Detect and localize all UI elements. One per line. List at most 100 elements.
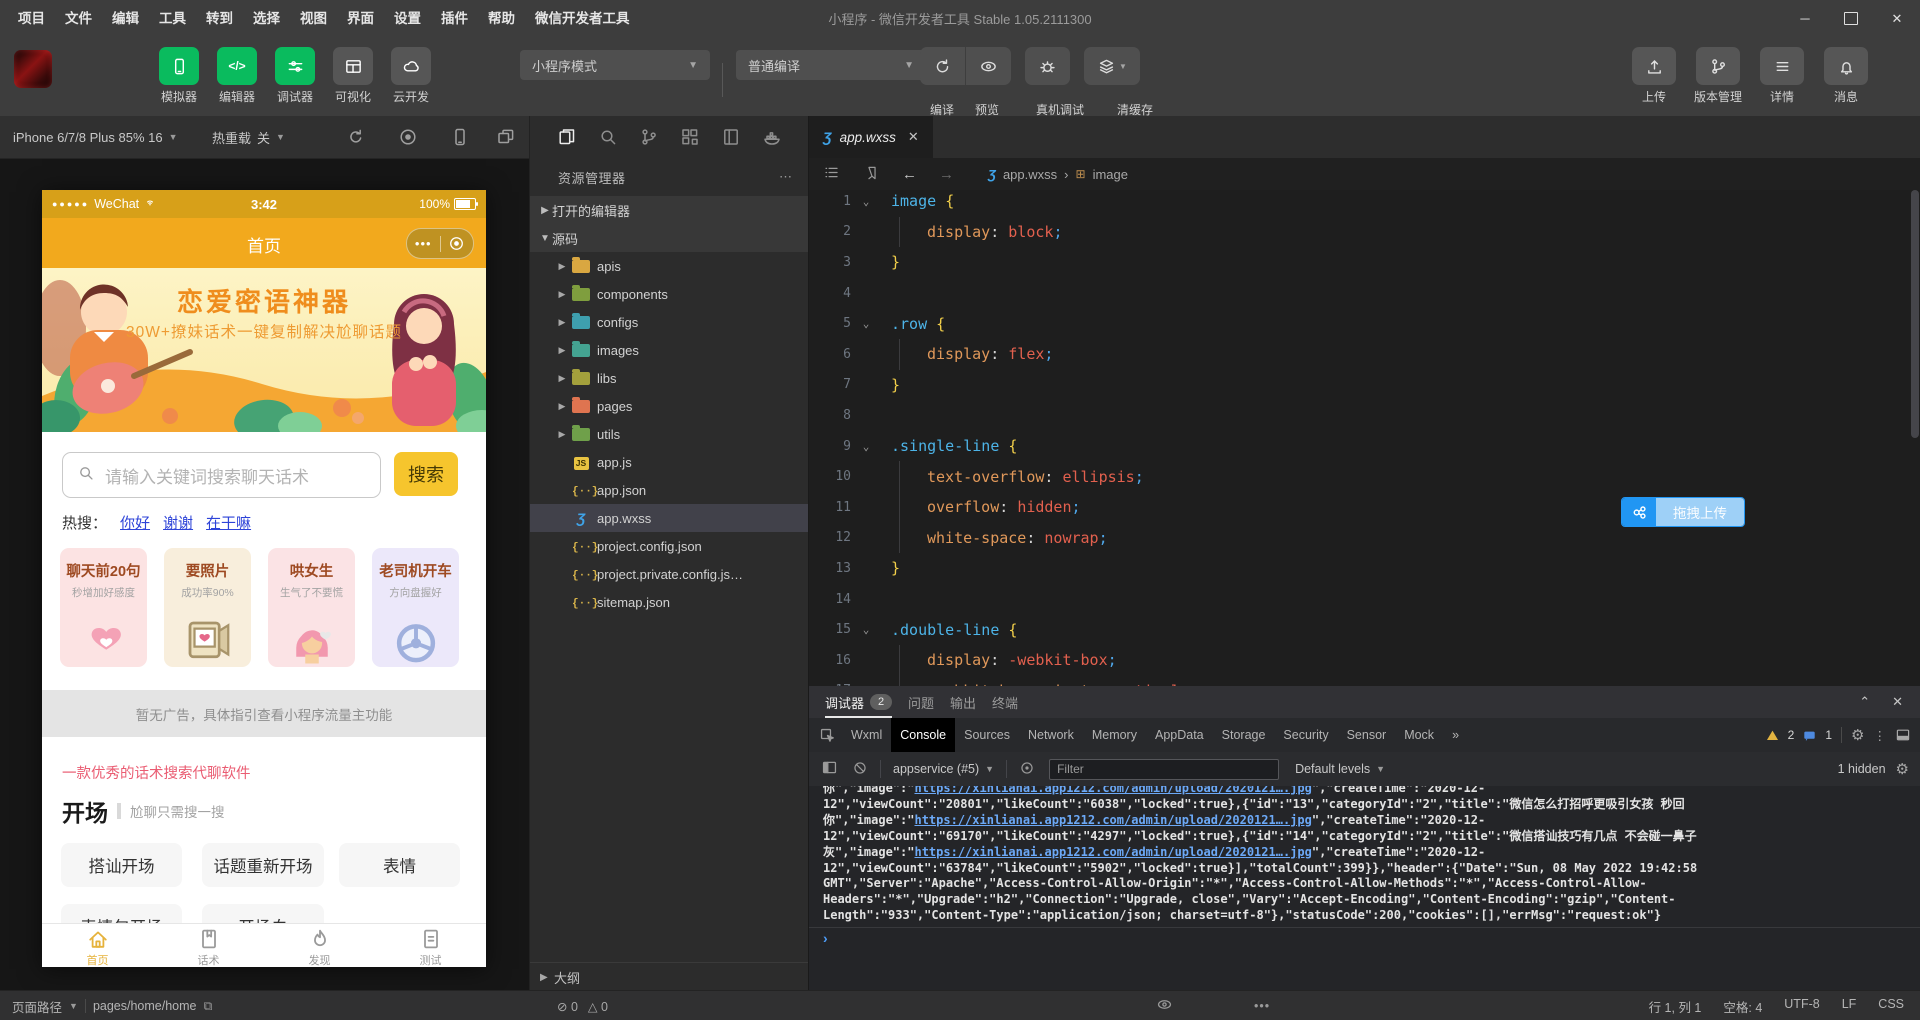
status-item[interactable]: CSS [1878,997,1904,1016]
more-dots-icon[interactable]: ••• [407,231,440,257]
tree-item-file[interactable]: {··} project.private.config.js… [530,560,809,588]
levels-dropdown[interactable]: Default levels ▼ [1295,762,1385,776]
search-input[interactable]: 请输入关键词搜索聊天话术 [62,452,381,498]
topic-button[interactable]: 表情 [339,843,460,887]
menu-item[interactable]: 界面 [337,0,384,37]
fold-chevron-icon[interactable]: ⌄ [851,440,881,453]
devtools-tab-memory[interactable]: Memory [1083,718,1146,752]
page-path-label[interactable]: 页面路径 [12,997,62,1016]
menu-item[interactable]: 插件 [431,0,478,37]
toolbar-button-bug[interactable] [1025,47,1070,85]
tree-item-folder[interactable]: ▶ configs [530,308,809,336]
toolbar-button-upload[interactable]: 上传 [1622,37,1686,105]
toolbar-button-eye[interactable] [965,47,1011,85]
copy-path-icon[interactable]: ⧉ [203,999,212,1014]
debugger-tab[interactable]: 终端 [992,686,1018,718]
phone-tab-flame[interactable]: 发现 [264,924,375,967]
tree-item-folder[interactable]: ▶ apis [530,252,809,280]
category-card[interactable]: 要照片 成功率90% [164,548,251,667]
category-card[interactable]: 聊天前20句 秒增加好感度 [60,548,147,667]
bookmark-icon[interactable] [864,165,880,184]
menu-item[interactable]: 项目 [8,0,55,37]
maximize-button[interactable] [1828,0,1874,37]
problem-counters[interactable]: ⊘ 0 △ 0 [557,999,608,1014]
console-filter-input[interactable]: Filter [1049,758,1280,780]
status-item[interactable]: 行 1, 列 1 [1649,997,1702,1016]
tree-item-folder[interactable]: ▶ components [530,280,809,308]
tree-item-folder[interactable]: ▶ libs [530,364,809,392]
hot-search-link[interactable]: 你好 [120,512,150,533]
rotate-icon[interactable] [346,127,366,147]
devtools-tab-network[interactable]: Network [1019,718,1083,752]
topic-button[interactable]: 话题重新开场 [202,843,324,887]
menu-item[interactable]: 选择 [243,0,290,37]
fold-chevron-icon[interactable]: ⌄ [851,195,881,208]
fold-chevron-icon[interactable]: ⌄ [851,317,881,330]
menu-item[interactable]: 微信开发者工具 [525,0,640,37]
tree-item-file[interactable]: {··} project.config.json [530,532,809,560]
toolbar-button-branch[interactable]: 版本管理 [1686,37,1750,105]
tab-app-wxss[interactable]: Ʒ app.wxss ✕ [809,116,933,158]
dock-panel-icon[interactable] [1895,727,1911,743]
toolbar-button-refresh[interactable] [920,47,965,85]
hot-search-link[interactable]: 谢谢 [163,512,193,533]
console-output[interactable]: 你","image":"https://xinlianai.app1212.co… [809,786,1920,990]
nav-back-icon[interactable]: ← [902,166,917,183]
hot-search-link[interactable]: 在干嘛 [206,512,251,533]
devtools-tab-storage[interactable]: Storage [1213,718,1275,752]
tree-item-file[interactable]: JS app.js [530,448,809,476]
toolbar-button-phone[interactable]: 模拟器 [150,37,208,105]
tree-section-expanded[interactable]: ▼ 源码 [530,224,809,252]
source-control-icon[interactable] [639,127,659,147]
console-settings-gear-icon[interactable]: ⚙ [1896,760,1909,778]
create-live-expression-icon[interactable] [1019,760,1035,779]
breadcrumb-file[interactable]: app.wxss [1003,167,1057,182]
menu-item[interactable]: 文件 [55,0,102,37]
debugger-tab[interactable]: 输出 [950,686,976,718]
phone-tab-book[interactable]: 话术 [153,924,264,967]
show-sidebar-icon[interactable] [821,759,838,779]
status-item[interactable]: UTF-8 [1784,997,1819,1016]
more-actions-icon[interactable]: ⋯ [779,169,793,185]
inspect-element-icon[interactable] [819,727,836,744]
close-tab-icon[interactable]: ✕ [908,129,919,145]
status-more-icon[interactable]: ••• [1254,999,1270,1013]
console-link[interactable]: https://xinlianai.app1212.com/admin/uplo… [914,813,1311,827]
phone-tab-home[interactable]: 首页 [42,924,153,967]
phone-tab-doc[interactable]: 测试 [375,924,486,967]
breadcrumb-symbol[interactable]: image [1093,167,1128,182]
windows-icon[interactable] [496,127,516,147]
console-link[interactable]: https://xinlianai.app1212.com/admin/uplo… [914,845,1311,859]
console-prompt[interactable]: › [809,927,1920,948]
toolbar-button-visual[interactable]: 可视化 [324,37,382,105]
tree-item-file[interactable]: Ʒapp.wxss [530,504,809,532]
debugger-tab[interactable]: 问题 [908,686,934,718]
search-icon[interactable] [598,127,618,147]
mode-dropdown[interactable]: 小程序模式 ▼ [520,50,710,80]
preview-eye-icon[interactable] [1156,996,1173,1016]
hot-reload-dropdown[interactable]: 热重载 关 ▼ [212,116,285,158]
exit-target-icon[interactable] [441,235,474,252]
tree-item-folder[interactable]: ▶ utils [530,420,809,448]
compile-dropdown[interactable]: 普通编译 ▼ [736,50,926,80]
banner[interactable]: 恋爱密语神器 30W+撩妹话术一键复制解决尬聊话题 [42,268,486,432]
device-dropdown[interactable]: iPhone 6/7/8 Plus 85% 16 ▼ [13,116,178,158]
toolbar-button-menu[interactable]: 详情 [1750,37,1814,105]
devtools-tab-security[interactable]: Security [1274,718,1337,752]
pages-icon[interactable] [721,127,741,147]
toolbar-button-code[interactable]: </> 编辑器 [208,37,266,105]
nav-forward-icon[interactable]: → [939,166,954,183]
close-button[interactable]: ✕ [1874,0,1920,37]
devtools-tab-sensor[interactable]: Sensor [1338,718,1396,752]
devtools-tab-mock[interactable]: Mock [1395,718,1443,752]
menu-item[interactable]: 转到 [196,0,243,37]
context-dropdown[interactable]: appservice (#5) ▼ [893,762,994,776]
menu-item[interactable]: 设置 [384,0,431,37]
menu-item[interactable]: 工具 [149,0,196,37]
debugger-tab[interactable]: 调试器 2 [825,686,893,718]
tree-item-folder[interactable]: ▶ images [530,336,809,364]
console-link[interactable]: https://xinlianai.app1212.com/admin/uplo… [914,786,1311,795]
page-path-value[interactable]: pages/home/home [93,999,197,1013]
devtools-settings-gear-icon[interactable]: ⚙ [1851,726,1864,744]
docker-icon[interactable] [762,127,782,147]
